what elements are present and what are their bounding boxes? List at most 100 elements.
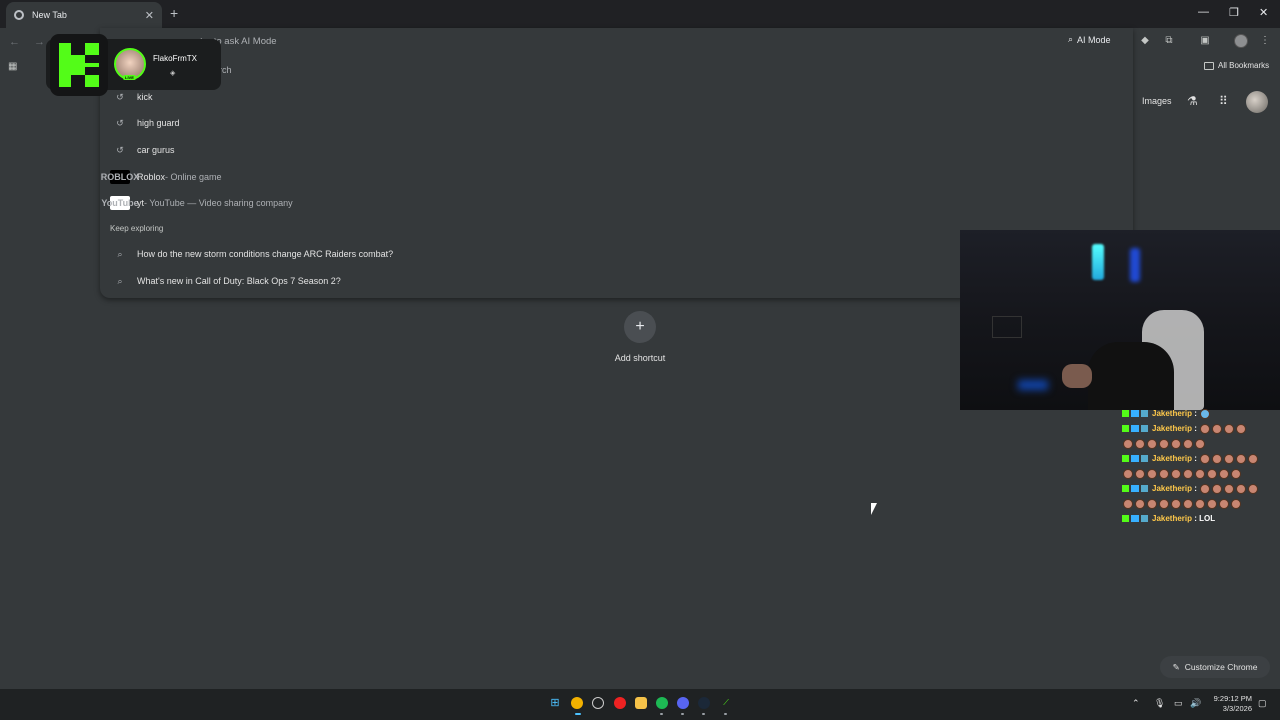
mouse-cursor [871,503,877,515]
system-clock[interactable]: 9:29:12 PM 3/3/2026 [1208,694,1252,714]
steam-icon[interactable] [698,697,710,709]
tray-chevron-icon[interactable]: ⌃ [1132,698,1140,709]
clock-date: 3/3/2026 [1222,704,1252,713]
windows-start-icon[interactable]: ⊞ [549,697,561,709]
restore-icon[interactable]: ❐ [1229,6,1239,19]
suggestion-explore-1[interactable]: ⌕ How do the new storm conditions change… [110,245,393,263]
all-bookmarks-label: All Bookmarks [1218,61,1270,70]
settings-taskbar-icon[interactable] [592,697,604,709]
chat-emotes [1122,436,1280,451]
keep-exploring-label: Keep exploring [110,224,164,233]
kick-logo [50,34,108,96]
volume-icon[interactable]: 🔊 [1190,698,1201,709]
chat-separator: : [1192,484,1200,493]
suggestion-history-3[interactable]: ↺ car gurus [110,141,175,159]
ai-mode-label: AI Mode [1077,34,1111,45]
chat-message: Jaketherip : [1122,451,1280,466]
running-indicator [660,713,663,715]
menu-icon[interactable]: ⋮ [1259,35,1271,47]
account-avatar[interactable] [1246,91,1268,113]
customize-label: Customize Chrome [1184,662,1258,672]
add-shortcut-label: Add shortcut [614,353,666,363]
suggestion-desc: - Online game [165,172,222,182]
back-icon[interactable]: ← [9,36,20,48]
chrome-taskbar-icon[interactable] [571,697,583,709]
suggestion-desc: - YouTube — Video sharing company [144,198,293,208]
tab-title: New Tab [32,10,67,20]
extensions-icon[interactable]: ⧉ [1163,35,1175,47]
tab-new-tab[interactable]: New Tab ✕ [6,2,162,28]
obs-app-icon[interactable]: ⟋ [720,697,732,709]
live-badge: LIVE [123,75,136,80]
chat-message: Jaketherip : LOL [1122,511,1280,526]
suggestion-text: high guard [137,118,180,128]
active-indicator [575,713,581,715]
labs-flask-icon[interactable]: ⚗ [1187,94,1198,108]
gemini-icon[interactable]: ◆ [1139,35,1151,47]
file-explorer-icon[interactable] [635,697,647,709]
tab-search-icon[interactable]: ▣ [1199,35,1211,47]
chat-text: LOL [1199,514,1216,523]
all-bookmarks-button[interactable]: All Bookmarks [1204,61,1269,70]
chat-separator: : [1192,424,1200,433]
network-icon[interactable]: ▭ [1174,698,1183,709]
roblox-icon: ROBLOX [100,170,140,184]
running-indicator [681,713,684,715]
running-indicator [724,713,727,715]
suggestion-title: Roblox [137,172,166,182]
emote-icon [1200,408,1211,419]
chat-badges-icon [1122,515,1148,523]
suggestion-explore-2[interactable]: ⌕ What's new in Call of Duty: Black Ops … [110,272,340,290]
spotify-icon[interactable] [656,697,668,709]
ai-search-icon: ⌕ [1068,34,1074,44]
forward-icon[interactable]: → [34,36,45,48]
chat-badges-icon [1122,425,1148,433]
close-window-icon[interactable]: ✕ [1259,6,1268,19]
history-icon: ↺ [116,144,124,155]
suggestion-roblox[interactable]: ROBLOX Roblox - Online game [100,168,222,186]
apps-grid-icon[interactable]: ▦ [8,61,17,72]
chat-badges-icon [1122,485,1148,493]
clock-time: 9:29:12 PM [1213,694,1252,703]
chat-message: Jaketherip : [1122,421,1280,436]
profile-icon[interactable] [1234,34,1248,48]
chat-emotes [1122,466,1280,481]
add-shortcut-button[interactable]: + [624,311,656,343]
tab-strip [0,0,1280,28]
chat-username: Jaketherip [1152,454,1193,463]
chat-message: Jaketherip : [1122,481,1280,496]
chat-emotes [1122,496,1280,511]
discord-icon[interactable] [677,697,689,709]
suggestion-title: yt [137,198,145,208]
chat-username: Jaketherip [1152,424,1193,433]
images-link[interactable]: Images [1142,96,1172,106]
search-icon: ⌕ [117,275,123,286]
new-tab-button[interactable]: + [170,5,178,21]
running-indicator [702,713,705,715]
customize-chrome-button[interactable]: ✎ Customize Chrome [1160,656,1270,678]
chat-username: Jaketherip [1152,484,1193,493]
google-apps-icon[interactable]: ⠿ [1219,94,1228,108]
chrome-icon [14,10,24,20]
microphone-icon[interactable]: 🎙 [1154,698,1165,709]
app-taskbar-icon[interactable] [614,697,626,709]
folder-icon [1204,61,1214,70]
notifications-icon[interactable]: ▢ [1258,698,1267,709]
chat-separator: : [1192,409,1200,418]
kick-k-icon [59,43,99,87]
suggestion-youtube[interactable]: YouTube yt - YouTube — Video sharing com… [101,194,293,212]
chat-separator: : [1192,454,1200,463]
chat-badges-icon [1122,455,1148,463]
minimize-icon[interactable]: — [1198,6,1209,18]
ai-mode-button[interactable]: ⌕ AI Mode [1068,34,1111,45]
chat-message: Jaketherip : [1122,406,1280,421]
history-icon: ↺ [116,91,124,102]
suggestion-text: kick [137,92,153,102]
suggestion-history-1[interactable]: ↺ kick [110,88,153,106]
chat-badges-icon [1122,410,1148,418]
suggestion-history-2[interactable]: ↺ high guard [110,114,180,132]
suggestion-text: car gurus [137,145,175,155]
pencil-icon: ✎ [1172,661,1180,672]
close-tab-icon[interactable]: ✕ [145,9,154,22]
chat-username: Jaketherip [1152,409,1193,418]
